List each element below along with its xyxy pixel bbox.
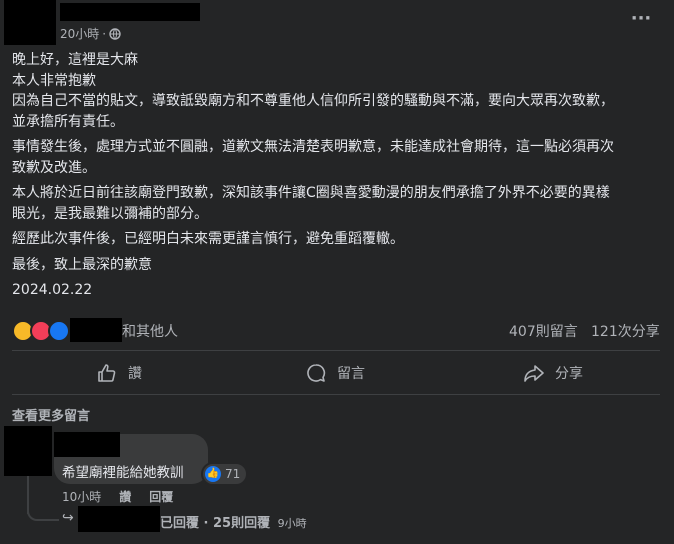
line: 本人非常抱歉 [12,72,96,89]
comment-like-badge[interactable]: 👍 71 [201,462,249,486]
line: 並承擔所有責任。 [12,113,124,130]
post-body: 晚上好，這裡是大麻 本人非常抱歉 因為自己不當的貼文，導致詆毀廟方和不尊重他人信… [12,50,662,306]
comment-text: 希望廟裡能給她教訓 [62,465,184,481]
post-meta: 20小時 · [60,25,121,42]
share-button[interactable]: 分享 [523,360,583,386]
globe-icon [109,27,121,40]
commenter-name[interactable] [54,432,120,457]
shares-count[interactable]: 121次分享 [591,321,660,341]
line: 2024.02.22 [12,282,93,298]
replies-time: 9小時 [277,517,307,530]
line: 致歉及改進。 [12,159,96,176]
comment-icon [307,364,326,382]
line: 本人將於近日前往該廟登門致歉，深知該事件讓C圈與喜愛動漫的朋友們承擔了外界不必要… [12,185,610,201]
divider [12,394,660,395]
post-time[interactable]: 20小時 [60,25,99,42]
reactor-names[interactable] [70,318,122,342]
divider [12,350,660,351]
view-replies-link[interactable]: 已回覆 · 25則回覆 9小時 [160,512,307,531]
like-reaction-icon[interactable] [48,320,70,342]
more-options-button[interactable]: ··· [624,8,658,36]
meta-separator: · [102,26,107,41]
line: 晚上好，這裡是大麻 [12,52,138,68]
author-name[interactable] [60,3,200,21]
comments-count[interactable]: 407則留言 [509,321,578,341]
line: 最後，致上最深的歉意 [12,256,152,273]
paragraph: 本人將於近日前往該廟登門致歉，深知該事件讓C圈與喜愛動漫的朋友們承擔了外界不必要… [12,183,662,224]
post-date: 2024.02.22 [12,280,662,301]
line: 因為自己不當的貼文，導致詆毀廟方和不尊重他人信仰所引發的騷動與不滿，要向大眾再次… [12,93,614,109]
view-more-comments-link[interactable]: 查看更多留言 [12,405,90,424]
replier-name[interactable] [78,506,160,532]
author-avatar[interactable] [4,0,56,45]
paragraph: 經歷此次事件後，已經明白未來需更謹言慎行，避免重蹈覆轍。 [12,229,662,250]
share-label: 分享 [555,366,583,382]
replies-text: 已回覆 · 25則回覆 [160,516,271,531]
comment-button[interactable]: 留言 [305,360,365,386]
paragraph: 晚上好，這裡是大麻 本人非常抱歉 因為自己不當的貼文，導致詆毀廟方和不尊重他人信… [12,50,662,132]
commenter-avatar[interactable] [4,426,52,476]
comment-reply-action[interactable]: 回覆 [149,488,173,505]
comment-time[interactable]: 10小時 [62,488,101,505]
line: 經歷此次事件後，已經明白未來需更謹言慎行，避免重蹈覆轍。 [12,231,404,247]
comment-meta: 10小時 讚 回覆 [62,488,173,505]
thumbs-up-icon [98,364,116,382]
like-badge-icon: 👍 [205,466,221,482]
comment-like-action[interactable]: 讚 [119,488,131,505]
reply-arrow-icon: ↪ [62,510,74,526]
others-label[interactable]: 和其他人 [122,321,178,341]
line: 眼光，是我最難以彌補的部分。 [12,205,208,222]
comment-like-count: 71 [225,467,241,481]
like-label: 讚 [128,366,142,382]
like-button[interactable]: 讚 [96,360,142,386]
paragraph: 最後，致上最深的歉意 [12,255,662,276]
share-icon [524,365,544,382]
paragraph: 事情發生後，處理方式並不圓融，道歉文無法清楚表明歉意，未能達成社會期待，這一點必… [12,137,662,178]
comment-label: 留言 [337,366,365,382]
thread-curve [27,505,59,521]
line: 事情發生後，處理方式並不圓融，道歉文無法清楚表明歉意，未能達成社會期待，這一點必… [12,139,614,155]
